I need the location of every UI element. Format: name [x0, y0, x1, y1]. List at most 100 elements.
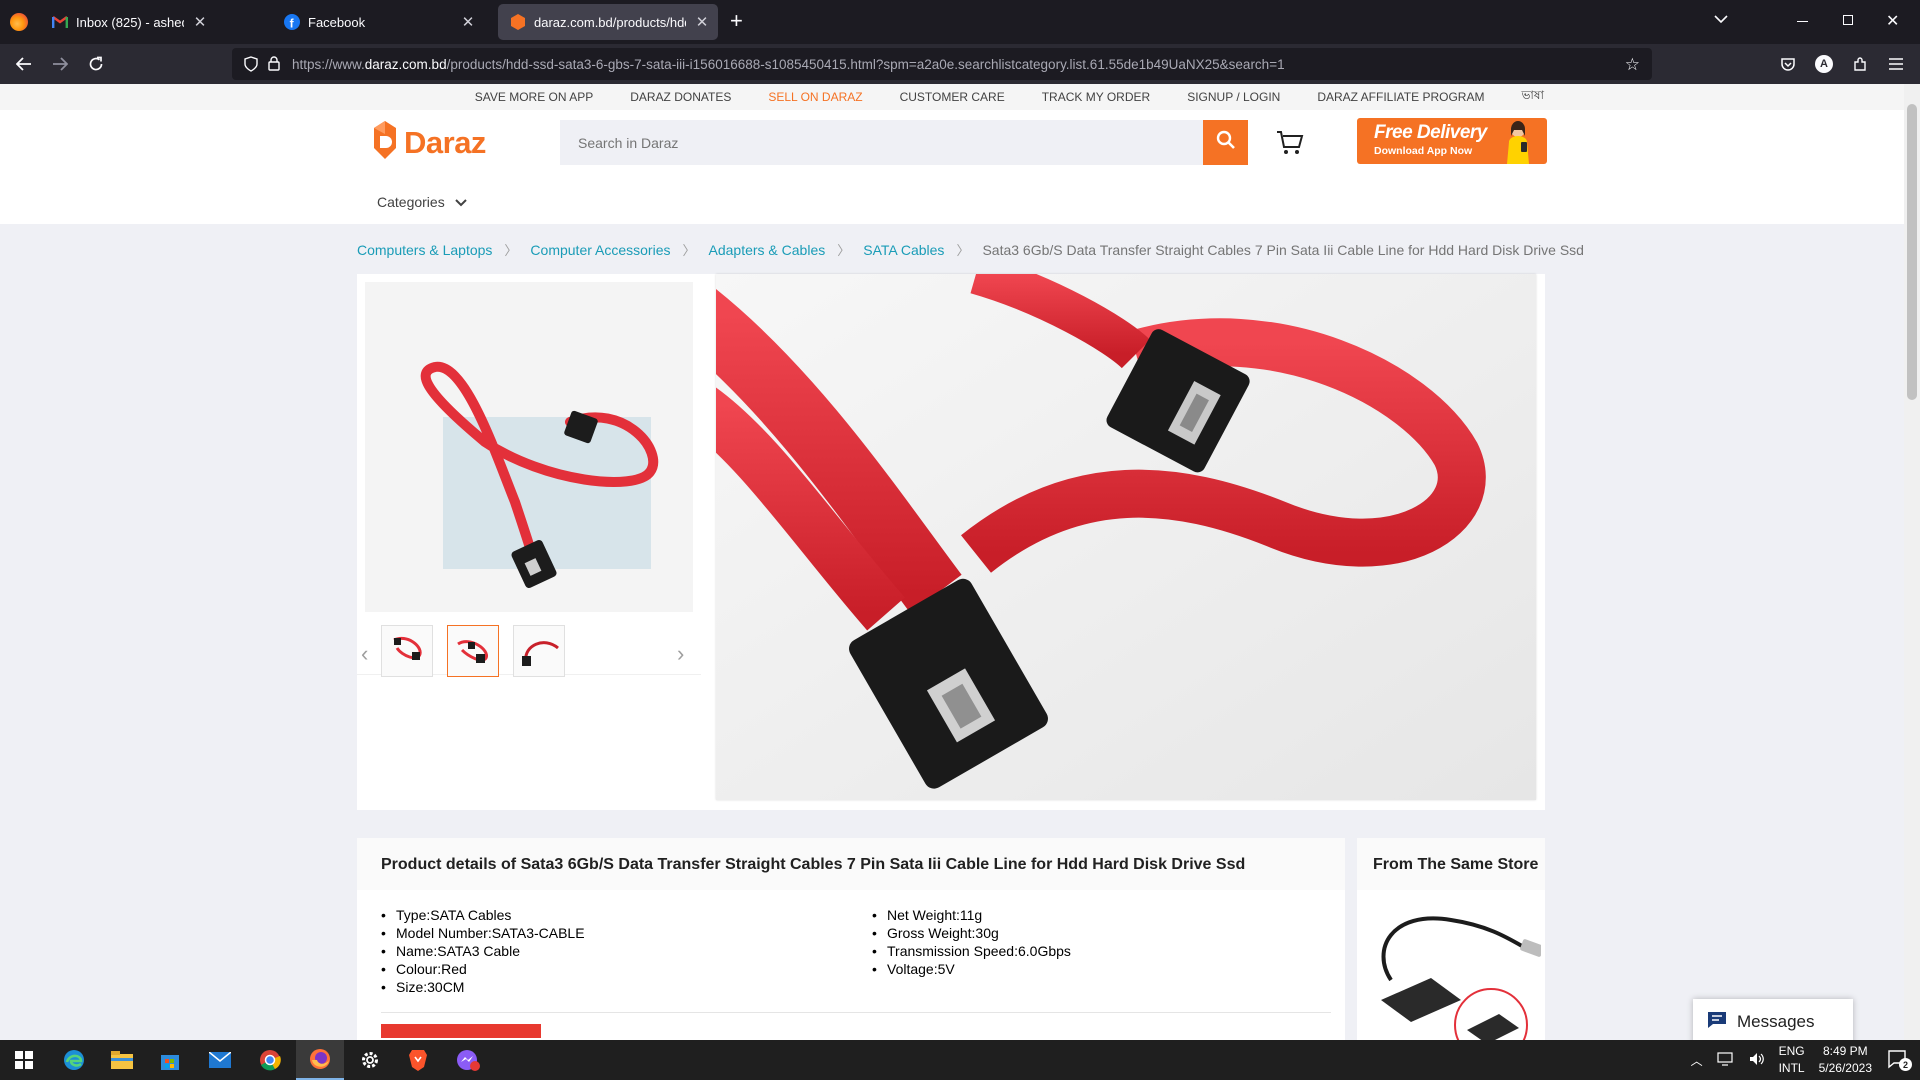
brave-icon[interactable] [394, 1040, 442, 1080]
tab-title: Inbox (825) - asheq.mahmud.cl [76, 14, 184, 30]
hamburger-menu-icon[interactable] [1884, 52, 1908, 76]
chrome-icon[interactable] [246, 1040, 294, 1080]
divider [381, 1012, 1331, 1013]
windows-start-icon[interactable] [0, 1040, 48, 1080]
chevron-up-icon[interactable]: ︿ [1691, 1052, 1703, 1069]
url-domain: daraz.com.bd [364, 56, 447, 72]
breadcrumb-adapters-cables[interactable]: Adapters & Cables [709, 242, 826, 258]
reload-icon[interactable] [84, 52, 108, 76]
save-more-on-app-link[interactable]: SAVE MORE ON APP [475, 90, 593, 104]
product-thumbnail-selected[interactable] [447, 625, 499, 677]
url-text: https://www.daraz.com.bd/products/hdd-ss… [292, 57, 1285, 72]
search-icon [1216, 130, 1236, 155]
same-store-section: From The Same Store [1357, 838, 1545, 1040]
store-product-image[interactable] [1361, 890, 1544, 1040]
forward-icon[interactable] [48, 52, 72, 76]
track-my-order-link[interactable]: TRACK MY ORDER [1042, 90, 1150, 104]
lock-icon[interactable] [268, 56, 280, 74]
chevron-right-icon[interactable]: › [677, 641, 684, 667]
daraz-bag-icon [372, 120, 398, 165]
messenger-icon[interactable] [444, 1040, 492, 1080]
account-avatar[interactable]: A [1812, 52, 1836, 76]
specs-list-right: Net Weight:11g Gross Weight:30g Transmis… [872, 906, 1071, 978]
search-input[interactable] [560, 120, 1203, 165]
sell-on-daraz-link[interactable]: SELL ON DARAZ [768, 90, 862, 104]
product-thumbnail[interactable] [381, 625, 433, 677]
microsoft-store-icon[interactable] [146, 1040, 194, 1080]
daraz-product-page: SAVE MORE ON APP DARAZ DONATES SELL ON D… [0, 84, 1904, 1040]
product-main-image[interactable] [716, 274, 1536, 800]
url-path: /products/hdd-ssd-sata3-6-gbs-7-sata-iii… [446, 56, 1285, 72]
edge-icon[interactable] [50, 1040, 98, 1080]
tab-gmail[interactable]: Inbox (825) - asheq.mahmud.cl ✕ [40, 4, 216, 40]
product-preview-image[interactable] [365, 282, 693, 612]
close-tab-icon[interactable]: ✕ [192, 13, 208, 31]
new-tab-icon[interactable]: + [730, 8, 743, 34]
breadcrumb-computer-accessories[interactable]: Computer Accessories [530, 242, 670, 258]
breadcrumb-computers-laptops[interactable]: Computers & Laptops [357, 242, 492, 258]
back-icon[interactable] [12, 52, 36, 76]
minimize-icon[interactable] [1797, 21, 1808, 22]
tab-daraz[interactable]: daraz.com.bd/products/hdd-ss ✕ [498, 4, 718, 40]
daraz-donates-link[interactable]: DARAZ DONATES [630, 90, 731, 104]
language-code: ENG [1778, 1044, 1805, 1058]
thumbnail-strip: ‹ › [357, 617, 701, 677]
firefox-taskbar-icon[interactable] [296, 1040, 344, 1080]
spec-size: Size:30CM [381, 978, 585, 996]
product-gallery: ‹ › [357, 274, 1545, 810]
messages-button[interactable]: Messages [1693, 999, 1853, 1040]
notification-badge: 2 [1899, 1058, 1912, 1071]
shield-icon[interactable] [244, 56, 258, 75]
input-language-indicator[interactable]: ENG INTL [1779, 1043, 1805, 1077]
pocket-icon[interactable] [1776, 52, 1800, 76]
same-store-heading: From The Same Store [1357, 838, 1545, 890]
list-all-tabs-icon[interactable] [1714, 12, 1728, 27]
language-link[interactable]: ভাষা [1521, 87, 1544, 107]
chevron-right-icon: 〉 [504, 243, 518, 258]
breadcrumb-current-product: Sata3 6Gb/S Data Transfer Straight Cable… [982, 241, 1584, 258]
free-delivery-banner[interactable]: Free Delivery Download App Now [1357, 118, 1547, 164]
categories-label: Categories [377, 194, 445, 210]
daraz-logo[interactable]: Daraz [372, 120, 486, 165]
keyboard-layout: INTL [1778, 1061, 1805, 1075]
promo-title: Free Delivery [1374, 122, 1487, 143]
close-tab-icon[interactable]: ✕ [694, 13, 710, 31]
affiliate-program-link[interactable]: DARAZ AFFILIATE PROGRAM [1317, 90, 1484, 104]
account-initial: A [1815, 55, 1833, 73]
signup-login-link[interactable]: SIGNUP / LOGIN [1187, 90, 1280, 104]
search-button[interactable] [1203, 120, 1248, 165]
site-header: Daraz Free Delivery Download App Now Cat… [0, 110, 1904, 224]
notification-center-icon[interactable]: 2 [1888, 1050, 1912, 1071]
browser-tab-bar: Inbox (825) - asheq.mahmud.cl ✕ f Facebo… [0, 0, 1920, 44]
file-explorer-icon[interactable] [98, 1040, 146, 1080]
close-tab-icon[interactable]: ✕ [460, 13, 476, 31]
promo-subtitle: Download App Now [1374, 145, 1473, 157]
spec-model-number: Model Number:SATA3-CABLE [381, 924, 585, 942]
cart-icon[interactable] [1276, 130, 1304, 161]
scrollbar-thumb[interactable] [1907, 104, 1917, 400]
extensions-icon[interactable] [1848, 52, 1872, 76]
spec-voltage: Voltage:5V [872, 960, 1071, 978]
search-box [560, 120, 1248, 165]
clock[interactable]: 8:49 PM 5/26/2023 [1819, 1043, 1872, 1077]
customer-care-link[interactable]: CUSTOMER CARE [900, 90, 1005, 104]
settings-icon[interactable] [346, 1040, 394, 1080]
breadcrumb-sata-cables[interactable]: SATA Cables [863, 242, 944, 258]
address-bar[interactable]: https://www.daraz.com.bd/products/hdd-ss… [232, 48, 1652, 80]
network-icon[interactable] [1716, 1051, 1735, 1069]
restore-icon[interactable] [1843, 15, 1853, 25]
firefox-menu-icon[interactable] [10, 13, 28, 31]
categories-dropdown[interactable]: Categories [377, 194, 467, 210]
product-thumbnail[interactable] [513, 625, 565, 677]
tab-facebook[interactable]: f Facebook ✕ [272, 4, 484, 40]
chevron-left-icon[interactable]: ‹ [361, 641, 368, 667]
bookmark-star-icon[interactable]: ☆ [1625, 55, 1640, 75]
mail-icon[interactable] [196, 1040, 244, 1080]
browser-nav-bar: https://www.daraz.com.bd/products/hdd-ss… [0, 44, 1920, 84]
close-window-icon[interactable]: ✕ [1886, 11, 1899, 31]
tab-title: Facebook [308, 14, 366, 30]
volume-icon[interactable] [1749, 1052, 1765, 1069]
page-scrollbar[interactable] [1904, 84, 1920, 1040]
messages-label: Messages [1737, 1012, 1815, 1031]
spec-gross-weight: Gross Weight:30g [872, 924, 1071, 942]
